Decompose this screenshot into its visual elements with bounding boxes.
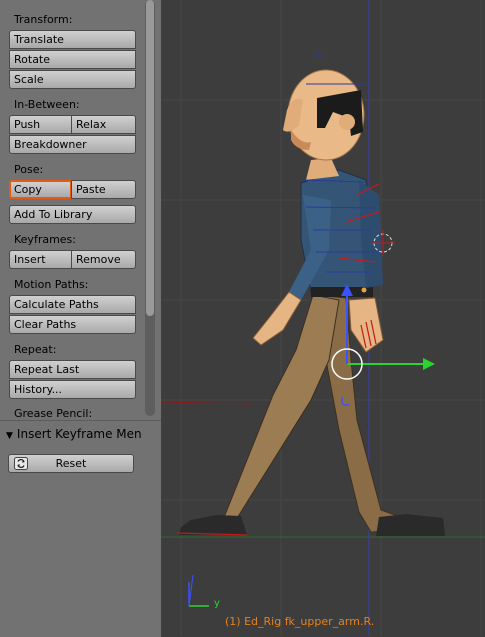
remove-keyframe-button[interactable]: Remove	[71, 250, 136, 269]
operator-panel-title: Insert Keyframe Men	[16, 427, 142, 441]
transform-label: Transform:	[14, 13, 73, 26]
translate-button[interactable]: Translate	[9, 30, 136, 49]
insert-keyframe-button[interactable]: Insert	[9, 250, 72, 269]
breakdowner-button[interactable]: Breakdowner	[9, 135, 136, 154]
copy-pose-button[interactable]: Copy	[9, 180, 72, 199]
push-button[interactable]: Push	[9, 115, 72, 134]
history-button[interactable]: History...	[9, 380, 136, 399]
view-axis-label: y	[214, 598, 220, 609]
motion-paths-label: Motion Paths:	[14, 278, 89, 291]
view-axis-gizmo	[188, 574, 209, 607]
viewport-scene	[161, 0, 485, 636]
keyframes-label: Keyframes:	[14, 233, 76, 246]
object-info-text: (1) Ed_Rig fk_upper_arm.R.	[225, 615, 375, 628]
3d-viewport[interactable]: y (1) Ed_Rig fk_upper_arm.R.	[161, 0, 485, 636]
in-between-label: In-Between:	[14, 98, 80, 111]
scrollbar-thumb[interactable]	[146, 0, 154, 316]
scale-button[interactable]: Scale	[9, 70, 136, 89]
grease-pencil-label: Grease Pencil:	[14, 407, 93, 418]
relax-button[interactable]: Relax	[71, 115, 136, 134]
reset-icon	[14, 457, 28, 470]
clear-paths-button[interactable]: Clear Paths	[9, 315, 136, 334]
tool-shelf-scrollbar[interactable]	[145, 0, 155, 416]
rotate-button[interactable]: Rotate	[9, 50, 136, 69]
operator-panel: ▼ Insert Keyframe Men Reset	[0, 420, 161, 637]
paste-pose-button[interactable]: Paste	[71, 180, 136, 199]
tool-shelf-content: Transform: Translate Rotate Scale In-Bet…	[0, 0, 161, 418]
x-axis-line	[161, 401, 252, 405]
pose-label: Pose:	[14, 163, 44, 176]
operator-panel-header[interactable]: ▼ Insert Keyframe Men	[6, 427, 142, 441]
reset-label: Reset	[55, 457, 87, 470]
reset-button[interactable]: Reset	[8, 454, 134, 473]
repeat-last-button[interactable]: Repeat Last	[9, 360, 136, 379]
tool-shelf: Transform: Translate Rotate Scale In-Bet…	[0, 0, 161, 637]
add-to-library-button[interactable]: Add To Library	[9, 205, 136, 224]
collapse-triangle-icon: ▼	[6, 431, 13, 441]
calculate-paths-button[interactable]: Calculate Paths	[9, 295, 136, 314]
character-model[interactable]	[179, 69, 445, 536]
repeat-label: Repeat:	[14, 343, 57, 356]
